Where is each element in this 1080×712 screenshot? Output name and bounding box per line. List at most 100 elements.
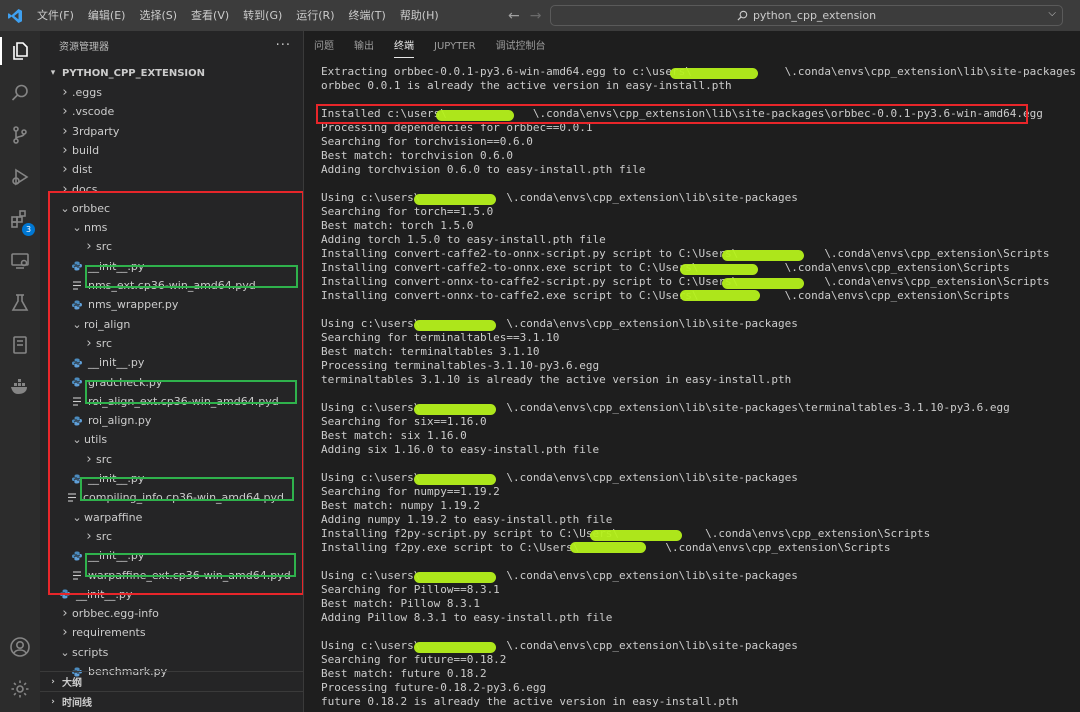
timeline-label: 时间线 — [62, 698, 92, 709]
menu-item[interactable]: 帮助(H) — [393, 0, 446, 31]
terminal-line: Searching for numpy==1.19.2 — [321, 485, 500, 498]
jupyter-icon[interactable] — [0, 327, 40, 363]
testing-icon[interactable] — [0, 285, 40, 321]
terminal-line: Best match: numpy 1.19.2 — [321, 499, 480, 512]
redaction-mark — [414, 474, 496, 485]
chevron-right-icon: › — [51, 696, 55, 707]
panel-tab[interactable]: 输出 — [344, 31, 384, 63]
tree-item-label: requirements — [72, 626, 146, 640]
tree-folder[interactable]: › dist — [58, 160, 92, 179]
title-bar: 文件(F) 编辑(E) 选择(S) 查看(V) 转到(G) 运行(R) 终端(T) 帮助(H)… — [0, 0, 1080, 31]
terminal-line: Installing convert-caffe2-to-onnx-script… — [321, 247, 1050, 260]
tree-folder[interactable]: › .eggs — [58, 83, 102, 102]
outline-section[interactable]: › 大纲 — [40, 671, 303, 691]
panel-tab[interactable]: 问题 — [304, 31, 344, 63]
redaction-mark — [414, 404, 496, 415]
menu-item[interactable]: 编辑(E) — [81, 0, 133, 31]
tree-item-label: 3rdparty — [72, 124, 120, 138]
menu-item[interactable]: 运行(R) — [289, 0, 341, 31]
tree-folder[interactable]: › build — [58, 141, 99, 160]
terminal-line: Searching for torchvision==0.6.0 — [321, 135, 533, 148]
tree-item-label: build — [72, 143, 100, 157]
terminal-line: Adding torchvision 0.6.0 to easy-install… — [321, 163, 646, 176]
search-activity-icon[interactable] — [0, 75, 40, 111]
redaction-mark — [414, 320, 496, 331]
back-arrow-icon[interactable]: ← — [508, 8, 520, 24]
tree-folder[interactable]: › .vscode — [58, 102, 114, 121]
terminal-line: Best match: Pillow 8.3.1 — [321, 597, 480, 610]
forward-arrow-icon[interactable]: → — [530, 8, 542, 24]
tree-folder[interactable]: › requirements — [58, 623, 146, 642]
remote-explorer-icon[interactable] — [0, 243, 40, 279]
redaction-mark — [414, 642, 496, 653]
redaction-mark — [670, 68, 758, 79]
search-text: python_cpp_extension — [752, 9, 877, 22]
redaction-mark — [590, 530, 682, 541]
chevron-right-icon: › — [62, 142, 68, 158]
explorer-sidebar: 资源管理器 ··· ▾ PYTHON_CPP_EXTENSION › .eggs ›… — [40, 31, 303, 712]
menu-item[interactable]: 文件(F) — [30, 0, 81, 31]
red-highlight-box — [316, 104, 1028, 124]
panel-tab[interactable]: JUPYTER — [424, 31, 486, 63]
tree-folder[interactable]: ⌄ scripts — [58, 643, 108, 662]
docker-icon[interactable] — [0, 369, 40, 405]
panel-tab[interactable]: 终端 — [384, 31, 424, 63]
menu-item[interactable]: 转到(G) — [236, 0, 289, 31]
workspace-name: PYTHON_CPP_EXTENSION — [62, 67, 205, 79]
redaction-mark — [722, 278, 804, 289]
extensions-badge: 3 — [22, 223, 35, 236]
redaction-mark — [722, 250, 804, 261]
terminal-line: Searching for Pillow==8.3.1 — [321, 583, 500, 596]
menu-item[interactable]: 终端(T) — [342, 0, 393, 31]
tree-folder[interactable]: › orbbec.egg-info — [58, 604, 159, 623]
terminal-line: Processing terminaltables-3.1.10-py3.6.e… — [321, 359, 600, 372]
explorer-icon[interactable] — [0, 33, 40, 69]
settings-gear-icon[interactable] — [0, 671, 40, 707]
tree-item-label: orbbec.egg-info — [72, 607, 159, 621]
terminal-line: Adding torch 1.5.0 to easy-install.pth f… — [321, 233, 606, 246]
activity-bar: 3 — [0, 31, 40, 712]
source-control-icon[interactable] — [0, 117, 40, 153]
terminal-line: Searching for future==0.18.2 — [321, 653, 507, 666]
terminal-line: Adding numpy 1.19.2 to easy-install.pth … — [321, 513, 613, 526]
chevron-down-icon: ▾ — [50, 68, 56, 78]
terminal-line: Processing future-0.18.2-py3.6.egg — [321, 681, 547, 694]
terminal-line: terminaltables 3.1.10 is already the act… — [321, 373, 792, 386]
timeline-section[interactable]: › 时间线 — [40, 691, 303, 711]
explorer-title: 资源管理器 — [59, 41, 109, 53]
outline-label: 大纲 — [62, 678, 82, 689]
terminal-line: orbbec 0.0.1 is already the active versi… — [321, 79, 732, 92]
terminal-line: Installing f2py-script.py script to C:\U… — [321, 527, 931, 540]
terminal-line: Adding Pillow 8.3.1 to easy-install.pth … — [321, 611, 613, 624]
chevron-right-icon: › — [62, 123, 68, 139]
account-icon[interactable] — [0, 629, 40, 665]
more-actions-icon[interactable]: ··· — [276, 38, 291, 53]
terminal-output[interactable]: Extracting orbbec-0.0.1-py3.6-win-amd64.… — [321, 65, 1076, 709]
tree-item-label: dist — [72, 163, 93, 177]
chevron-right-icon: › — [62, 625, 68, 641]
tree-folder[interactable]: › 3rdparty — [58, 122, 119, 141]
terminal-line: Adding six 1.16.0 to easy-install.pth fi… — [321, 443, 600, 456]
chevron-right-icon: › — [62, 162, 68, 178]
tree-item-label: scripts — [72, 645, 109, 659]
panel-tab[interactable]: 调试控制台 — [486, 31, 556, 63]
terminal-line: Best match: torchvision 0.6.0 — [321, 149, 514, 162]
chevron-down-icon[interactable]: ⌵ — [1048, 8, 1056, 19]
command-center-search[interactable]: python_cpp_extension ⌵ — [550, 5, 1063, 26]
workspace-section-header[interactable]: ▾ PYTHON_CPP_EXTENSION — [40, 64, 303, 82]
extensions-icon[interactable]: 3 — [0, 201, 40, 237]
menu-item[interactable]: 选择(S) — [132, 0, 184, 31]
chevron-right-icon: › — [62, 606, 68, 622]
terminal-line: Searching for terminaltables==3.1.10 — [321, 331, 560, 344]
redaction-mark — [414, 194, 496, 205]
redaction-mark — [436, 110, 514, 121]
chevron-down-icon: ⌄ — [60, 645, 70, 659]
menu-item[interactable]: 查看(V) — [184, 0, 236, 31]
redaction-mark — [570, 542, 646, 553]
terminal-line: Best match: torch 1.5.0 — [321, 219, 474, 232]
run-debug-icon[interactable] — [0, 159, 40, 195]
redaction-mark — [680, 264, 758, 275]
